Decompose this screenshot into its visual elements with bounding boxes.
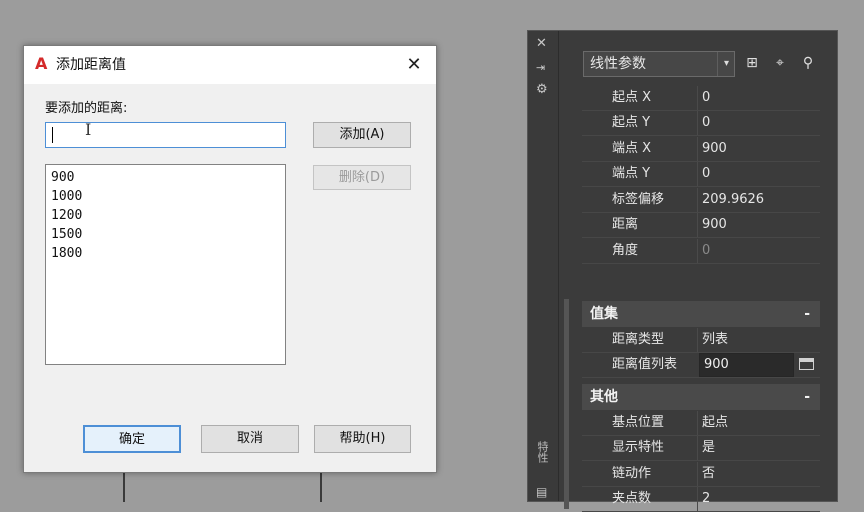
quick-select-icon[interactable]: ⚲ bbox=[798, 53, 818, 73]
prop-row-angle[interactable]: 角度 0 bbox=[582, 239, 820, 264]
distance-list[interactable]: 900 1000 1200 1500 1800 bbox=[45, 164, 286, 365]
select-objects-icon[interactable]: ⌖ bbox=[770, 53, 790, 73]
column-divider bbox=[697, 188, 698, 212]
palette-side-strip: ✕ ⇥ ⚙ 特性 ▤ bbox=[528, 31, 559, 501]
palette-vertical-title: 特性 bbox=[536, 441, 549, 463]
toggle-pickadd-icon[interactable]: ⊞ bbox=[742, 53, 762, 73]
prop-name: 起点 X bbox=[612, 90, 652, 105]
prop-row-number-of-grips[interactable]: 夹点数 2 bbox=[582, 487, 820, 512]
delete-button[interactable]: 删除(D) bbox=[313, 165, 411, 190]
category-value-set[interactable]: 值集 - bbox=[582, 301, 820, 327]
distance-list-field[interactable]: 900 bbox=[699, 353, 794, 377]
collapse-icon[interactable]: - bbox=[804, 301, 810, 327]
prop-name: 显示特性 bbox=[612, 440, 665, 455]
collapse-icon[interactable]: - bbox=[804, 384, 810, 410]
prop-row-distance-type[interactable]: 距离类型 列表 bbox=[582, 328, 820, 353]
distance-prompt-label: 要添加的距离: bbox=[45, 101, 128, 116]
column-divider bbox=[697, 162, 698, 186]
canvas-line bbox=[320, 472, 322, 502]
prop-value[interactable]: 0 bbox=[702, 86, 710, 110]
column-divider bbox=[697, 137, 698, 161]
category-label: 其他 bbox=[590, 389, 618, 405]
prop-value[interactable]: 209.9626 bbox=[702, 188, 764, 212]
prop-row-chain-actions[interactable]: 链动作 否 bbox=[582, 462, 820, 487]
prop-value[interactable]: 列表 bbox=[702, 328, 728, 352]
autocad-logo-icon: A bbox=[35, 54, 48, 73]
prop-name: 夹点数 bbox=[612, 491, 652, 506]
open-list-dialog-icon[interactable] bbox=[799, 358, 814, 370]
prop-value[interactable]: 900 bbox=[702, 137, 727, 161]
close-icon[interactable]: ✕ bbox=[536, 37, 547, 51]
prop-value[interactable]: 否 bbox=[702, 462, 715, 486]
prop-name: 角度 bbox=[612, 243, 639, 258]
prop-name: 距离 bbox=[612, 217, 639, 232]
prop-value[interactable]: 2 bbox=[702, 487, 710, 511]
palette-menu-icon[interactable]: ▤ bbox=[536, 485, 547, 499]
category-misc[interactable]: 其他 - bbox=[582, 384, 820, 410]
prop-name: 距离类型 bbox=[612, 332, 665, 347]
prop-row-label-offset[interactable]: 标签偏移 209.9626 bbox=[582, 188, 820, 213]
prop-value[interactable]: 起点 bbox=[702, 411, 728, 435]
column-divider bbox=[697, 213, 698, 237]
text-caret bbox=[52, 127, 53, 143]
prop-value[interactable]: 900 bbox=[702, 213, 727, 237]
column-divider bbox=[697, 462, 698, 486]
prop-name: 标签偏移 bbox=[612, 192, 665, 207]
ibeam-cursor-icon: I bbox=[85, 120, 92, 139]
canvas-line bbox=[123, 472, 125, 502]
add-button[interactable]: 添加(A) bbox=[313, 122, 411, 148]
column-divider bbox=[697, 111, 698, 135]
list-item[interactable]: 1200 bbox=[51, 206, 285, 225]
category-label: 值集 bbox=[590, 306, 618, 322]
prop-value[interactable]: 0 bbox=[702, 162, 710, 186]
prop-row-distance-list[interactable]: 距离值列表 900 bbox=[582, 353, 820, 378]
prop-name: 端点 X bbox=[612, 141, 652, 156]
prop-row-start-x[interactable]: 起点 X 0 bbox=[582, 86, 820, 111]
palette-scrollbar[interactable] bbox=[564, 299, 569, 509]
autohide-icon[interactable]: ⇥ bbox=[536, 61, 545, 75]
prop-value[interactable]: 0 bbox=[702, 111, 710, 135]
properties-palette: ✕ ⇥ ⚙ 特性 ▤ 线性参数 ▾ ⊞ ⌖ ⚲ 起点 X 0 起点 Y 0 端点… bbox=[527, 30, 838, 512]
object-type-selector[interactable]: 线性参数 bbox=[583, 51, 735, 77]
column-divider bbox=[697, 239, 698, 263]
ok-button[interactable]: 确定 bbox=[83, 425, 181, 453]
dialog-title: 添加距离值 bbox=[56, 57, 126, 73]
column-divider bbox=[697, 487, 698, 511]
prop-value[interactable]: 是 bbox=[702, 436, 715, 460]
add-distance-dialog: A 添加距离值 ✕ 要添加的距离: I 添加(A) 删除(D) 900 1000… bbox=[23, 45, 437, 473]
close-icon[interactable]: ✕ bbox=[402, 53, 426, 77]
prop-value: 0 bbox=[702, 243, 711, 258]
prop-row-end-x[interactable]: 端点 X 900 bbox=[582, 137, 820, 162]
prop-row-start-y[interactable]: 起点 Y 0 bbox=[582, 111, 820, 136]
prop-name: 端点 Y bbox=[612, 166, 651, 181]
list-item[interactable]: 1800 bbox=[51, 244, 285, 263]
list-item[interactable]: 1000 bbox=[51, 187, 285, 206]
prop-name: 距离值列表 bbox=[612, 357, 678, 372]
cancel-button[interactable]: 取消 bbox=[201, 425, 299, 453]
column-divider bbox=[697, 86, 698, 110]
prop-name: 链动作 bbox=[612, 466, 652, 481]
prop-row-distance[interactable]: 距离 900 bbox=[582, 213, 820, 238]
prop-row-show-properties[interactable]: 显示特性 是 bbox=[582, 436, 820, 461]
column-divider bbox=[697, 411, 698, 435]
chevron-down-icon[interactable]: ▾ bbox=[717, 52, 735, 76]
dialog-titlebar: A 添加距离值 ✕ bbox=[24, 46, 436, 84]
prop-row-base-location[interactable]: 基点位置 起点 bbox=[582, 411, 820, 436]
list-item[interactable]: 1500 bbox=[51, 225, 285, 244]
prop-name: 基点位置 bbox=[612, 415, 665, 430]
distance-input[interactable] bbox=[45, 122, 286, 148]
prop-row-end-y[interactable]: 端点 Y 0 bbox=[582, 162, 820, 187]
column-divider bbox=[697, 328, 698, 352]
list-item[interactable]: 900 bbox=[51, 168, 285, 187]
prop-name: 起点 Y bbox=[612, 115, 651, 130]
help-button[interactable]: 帮助(H) bbox=[314, 425, 411, 453]
settings-icon[interactable]: ⚙ bbox=[536, 83, 548, 97]
column-divider bbox=[697, 436, 698, 460]
